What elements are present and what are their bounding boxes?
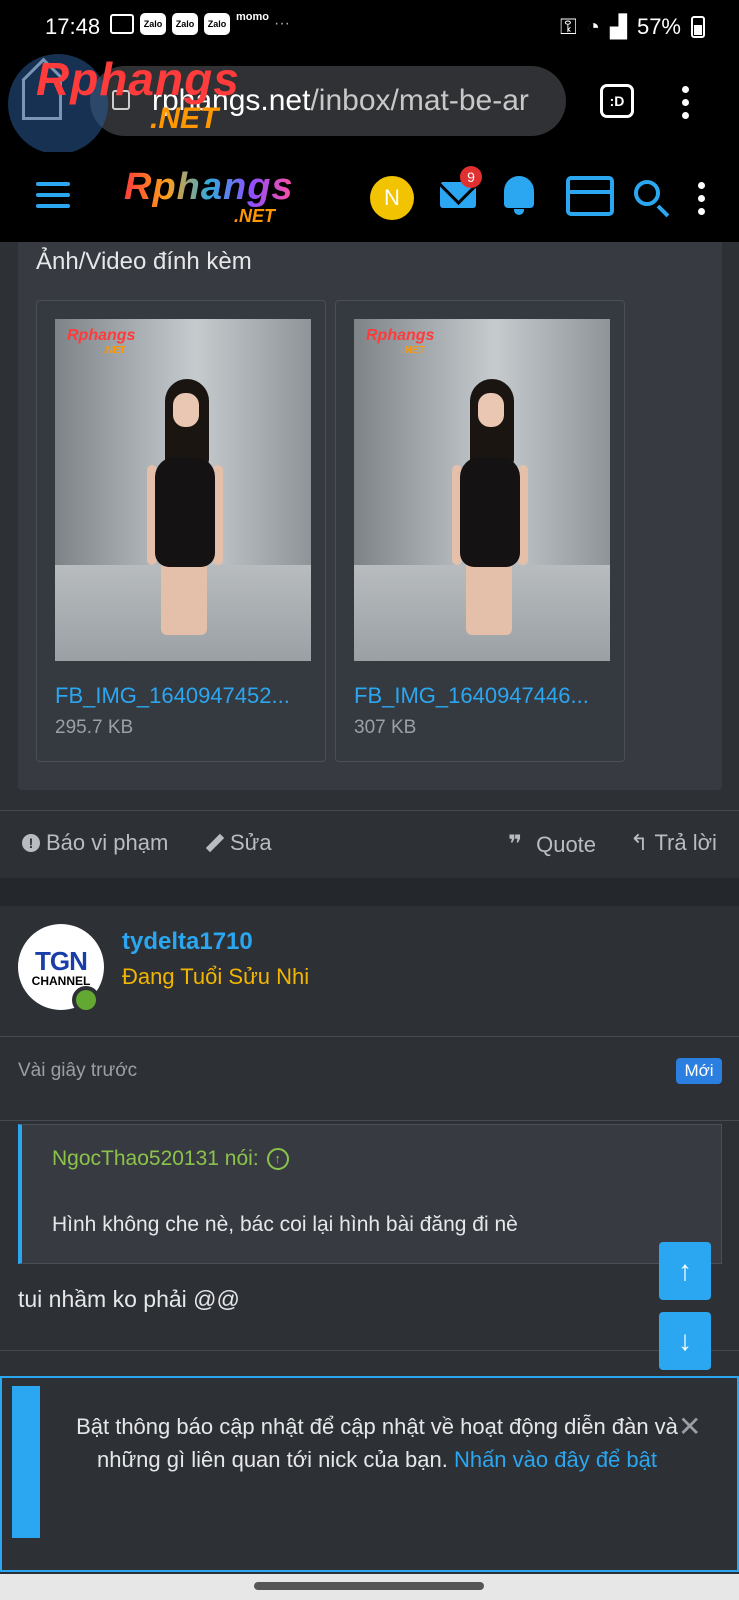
new-badge: Mới bbox=[676, 1058, 722, 1084]
status-right: ⚿ ◔ ▟ 57% bbox=[560, 14, 705, 40]
attachment-filename[interactable]: FB_IMG_1640947446... bbox=[354, 683, 610, 709]
scroll-down-button[interactable]: ↓ bbox=[659, 1312, 711, 1370]
signal-icon: ▟ bbox=[610, 14, 627, 39]
push-notification-prompt: Bật thông báo cập nhật để cập nhật về ho… bbox=[0, 1376, 739, 1572]
divider bbox=[0, 1036, 739, 1037]
post-actions: ! Báo vi phạm Sửa ❞ Quote ↰ Trả lời bbox=[0, 810, 739, 880]
attachment-card[interactable]: Rphangs .NET FB_IMG_1640947452... 295.7 … bbox=[36, 300, 326, 762]
home-gesture-handle[interactable] bbox=[254, 1582, 484, 1590]
status-time: 17:48 bbox=[45, 14, 101, 39]
reply-label: Trả lời bbox=[654, 830, 717, 855]
quote-button[interactable]: ❞ Quote bbox=[508, 830, 596, 859]
attachment-thumbnail[interactable]: Rphangs .NET bbox=[55, 319, 311, 661]
divider bbox=[0, 1120, 739, 1121]
key-icon: ⚿ bbox=[559, 14, 577, 39]
notification-icons: Zalo Zalo Zalo momo ··· bbox=[110, 12, 290, 36]
quote-author-link[interactable]: NgocThao520131 nói: ↑ bbox=[52, 1147, 289, 1171]
url-path: /inbox/mat-be-ar bbox=[310, 84, 529, 117]
avatar-text: TGN bbox=[35, 946, 88, 976]
thumbnail-watermark-suffix: .NET bbox=[103, 345, 126, 356]
watermark-logo-suffix: .NET bbox=[150, 102, 219, 135]
more-notifications-icon: ··· bbox=[274, 15, 290, 32]
browser-toolbar: rphangs.net/inbox/mat-be-ar Rphangs .NET… bbox=[0, 52, 739, 154]
quote-author: NgocThao520131 nói: bbox=[52, 1147, 259, 1170]
search-icon[interactable] bbox=[634, 180, 660, 206]
attachments-block: Ảnh/Video đính kèm Rphangs .NET FB_IMG_1… bbox=[18, 242, 722, 790]
reply-icon: ↰ bbox=[630, 830, 649, 855]
user-avatar[interactable]: N bbox=[370, 176, 414, 220]
photo-subject bbox=[446, 379, 528, 635]
quote-label: Quote bbox=[536, 831, 597, 857]
close-icon[interactable]: ✕ bbox=[678, 1410, 701, 1443]
inbox-badge: 9 bbox=[460, 166, 482, 188]
online-status-icon bbox=[72, 986, 100, 1014]
quote-block: NgocThao520131 nói: ↑ Hình không che nè,… bbox=[18, 1124, 722, 1264]
reply-button[interactable]: ↰ Trả lời bbox=[630, 830, 717, 856]
menu-icon[interactable] bbox=[36, 182, 70, 208]
zalo-icon: Zalo bbox=[172, 13, 198, 35]
post-separator bbox=[0, 878, 739, 906]
bell-icon[interactable] bbox=[504, 176, 534, 215]
user-title: Đang Tuổi Sửu Nhi bbox=[122, 964, 310, 989]
site-logo[interactable]: Rphangs .NET bbox=[124, 166, 294, 226]
battery-percent: 57% bbox=[636, 14, 681, 39]
tab-switcher-button[interactable]: :D bbox=[600, 84, 634, 118]
post-body: tui nhầm ko phải @@ bbox=[18, 1286, 240, 1312]
system-nav-bar bbox=[0, 1574, 739, 1600]
chat-icon bbox=[110, 14, 134, 34]
attachment-size: 307 KB bbox=[354, 717, 417, 738]
photo-subject bbox=[141, 379, 223, 635]
more-icon[interactable] bbox=[698, 182, 706, 216]
zalo-icon: Zalo bbox=[140, 13, 166, 35]
attachment-thumbnail[interactable]: Rphangs .NET bbox=[354, 319, 610, 661]
thumbnail-watermark: Rphangs bbox=[366, 327, 435, 344]
attachment-card[interactable]: Rphangs .NET FB_IMG_1640947446... 307 KB bbox=[335, 300, 625, 762]
battery-icon bbox=[691, 16, 705, 38]
attachment-filename[interactable]: FB_IMG_1640947452... bbox=[55, 683, 311, 709]
edit-label: Sửa bbox=[230, 830, 272, 855]
pencil-icon bbox=[205, 833, 225, 853]
scroll-up-button[interactable]: ↑ bbox=[659, 1242, 711, 1300]
warning-icon: ! bbox=[22, 834, 40, 852]
prompt-accent bbox=[12, 1386, 40, 1538]
arrow-up-circle-icon[interactable]: ↑ bbox=[266, 1148, 289, 1170]
quote-icon: ❞ bbox=[508, 831, 523, 858]
divider bbox=[0, 1350, 739, 1351]
attachments-title: Ảnh/Video đính kèm bbox=[36, 248, 252, 275]
post-time[interactable]: Vài giây trước bbox=[18, 1060, 137, 1082]
report-button[interactable]: ! Báo vi phạm bbox=[22, 830, 168, 856]
enable-push-link[interactable]: Nhấn vào đây để bật bbox=[454, 1447, 657, 1472]
browser-menu-icon[interactable] bbox=[682, 86, 690, 120]
logo-suffix: .NET bbox=[234, 206, 276, 226]
edit-button[interactable]: Sửa bbox=[205, 830, 272, 856]
watermark-logo-text: Rphangs bbox=[36, 53, 240, 105]
thumbnail-watermark-suffix: .NET bbox=[402, 345, 425, 356]
status-bar: 17:48 Zalo Zalo Zalo momo ··· ⚿ ◔ ▟ 57% bbox=[0, 0, 739, 52]
momo-icon: momo bbox=[236, 11, 269, 23]
site-header: Rphangs .NET N 9 bbox=[0, 152, 739, 242]
quote-text: Hình không che nè, bác coi lại hình bài … bbox=[52, 1213, 518, 1236]
wifi-icon: ◔ bbox=[586, 14, 601, 39]
report-label: Báo vi phạm bbox=[46, 830, 169, 855]
zalo-icon: Zalo bbox=[204, 13, 230, 35]
store-icon[interactable] bbox=[566, 176, 614, 216]
thumbnail-watermark: Rphangs bbox=[67, 327, 136, 344]
attachment-size: 295.7 KB bbox=[55, 717, 134, 738]
post-username[interactable]: tydelta1710 bbox=[122, 928, 253, 956]
prompt-text-block: Bật thông báo cập nhật để cập nhật về ho… bbox=[72, 1410, 682, 1476]
logo-text: Rphangs bbox=[124, 166, 294, 208]
